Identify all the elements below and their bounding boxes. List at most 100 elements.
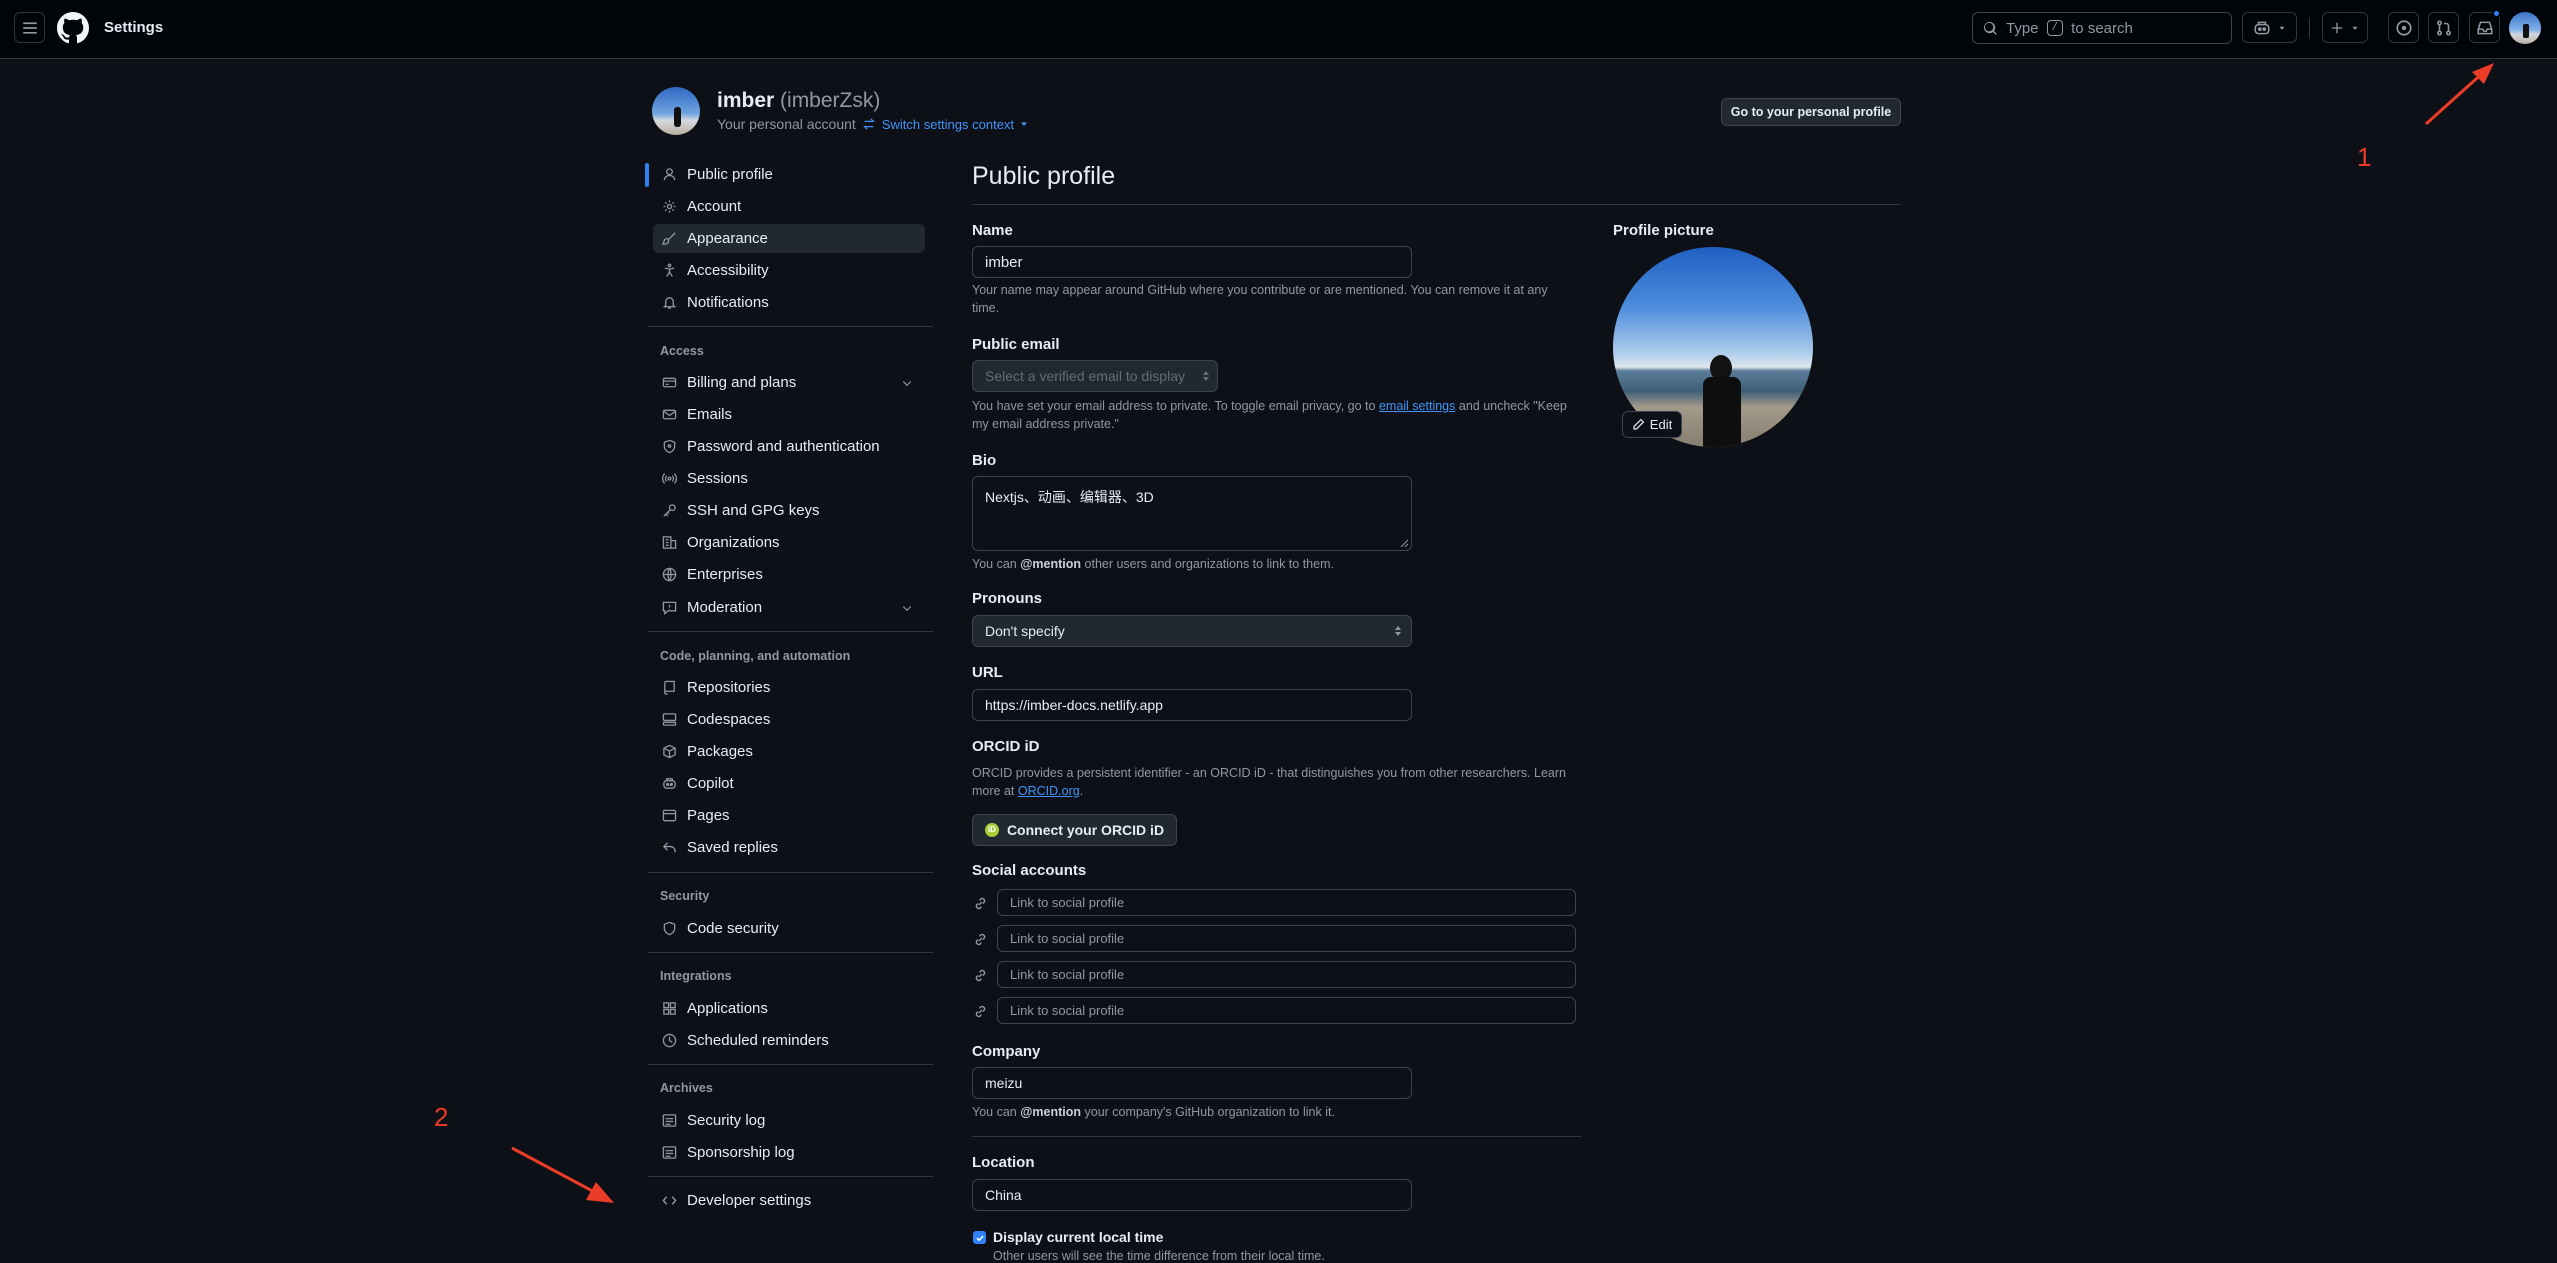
pull-requests-button[interactable] xyxy=(2428,12,2459,43)
browser-icon xyxy=(662,809,677,822)
social-link-field[interactable]: Link to social profile xyxy=(997,889,1576,916)
shield-icon xyxy=(663,921,676,936)
email-note-line2: my email address private." xyxy=(972,417,1119,431)
package-icon xyxy=(663,744,676,759)
location-label: Location xyxy=(972,1154,1035,1171)
sidebar-item-scheduled-reminders[interactable]: Scheduled reminders xyxy=(653,1026,925,1055)
create-new-button[interactable] xyxy=(2322,12,2368,43)
broadcast-icon xyxy=(662,473,677,484)
sidebar-item-appearance[interactable]: Appearance xyxy=(653,224,925,253)
caret-down-icon xyxy=(1021,122,1028,126)
name-note-line2: time. xyxy=(972,301,1000,315)
orcid-note-text: more at xyxy=(972,784,1015,798)
go-to-profile-button[interactable]: Go to your personal profile xyxy=(1721,98,1901,126)
sidebar-item-sessions[interactable]: Sessions xyxy=(653,464,925,493)
repo-icon xyxy=(664,680,675,695)
switch-settings-context-link[interactable]: Switch settings context xyxy=(882,117,1014,132)
name-note: Your name may appear around GitHub where… xyxy=(972,281,1548,317)
email-settings-link[interactable]: email settings xyxy=(1379,399,1455,413)
search-input[interactable]: Type / to search xyxy=(1972,12,2232,44)
sidebar-item-saved-replies[interactable]: Saved replies xyxy=(653,833,925,862)
sidebar-item-label: Developer settings xyxy=(687,1192,812,1209)
company-note: You can @mention your company's GitHub o… xyxy=(972,1103,1335,1121)
bio-note: You can @mention other users and organiz… xyxy=(972,555,1334,573)
bio-textarea[interactable]: Nextjs、动画、编辑器、3D xyxy=(972,476,1412,551)
copilot-button[interactable] xyxy=(2242,12,2297,43)
issues-button[interactable] xyxy=(2388,12,2419,43)
local-time-label[interactable]: Display current local time xyxy=(993,1229,1163,1245)
git-pull-request-icon xyxy=(2436,19,2451,36)
sidebar-item-copilot[interactable]: Copilot xyxy=(653,769,925,798)
sidebar-item-packages[interactable]: Packages xyxy=(653,737,925,766)
pronouns-select[interactable]: Don't specify xyxy=(972,615,1412,647)
company-note-text-b: your company's GitHub organization to li… xyxy=(1084,1105,1335,1119)
local-time-checkbox[interactable] xyxy=(973,1231,986,1244)
sidebar-item-label: Packages xyxy=(687,743,753,760)
sidebar-item-label: Codespaces xyxy=(687,711,771,728)
sidebar-item-label: Sponsorship log xyxy=(687,1144,795,1161)
sidebar-item-public-profile[interactable]: Public profile xyxy=(653,160,925,189)
social-link-field[interactable]: Link to social profile xyxy=(997,961,1576,988)
name-note-line1: Your name may appear around GitHub where… xyxy=(972,283,1548,297)
sidebar-item-accessibility[interactable]: Accessibility xyxy=(653,256,925,285)
sidebar-item-label: Scheduled reminders xyxy=(687,1032,829,1049)
public-email-select[interactable]: Select a verified email to display xyxy=(972,360,1218,392)
sidebar-item-label: Password and authentication xyxy=(687,438,880,455)
sidebar-divider xyxy=(648,631,933,632)
sidebar-item-security-log[interactable]: Security log xyxy=(653,1106,925,1135)
page-title-header[interactable]: Settings xyxy=(104,19,163,36)
sidebar-item-notifications[interactable]: Notifications xyxy=(653,288,925,317)
sidebar-item-label: Saved replies xyxy=(687,839,778,856)
account-avatar[interactable] xyxy=(652,87,700,135)
plus-icon xyxy=(2331,22,2343,33)
menu-button[interactable] xyxy=(14,12,45,43)
sidebar-item-enterprises[interactable]: Enterprises xyxy=(653,560,925,589)
sidebar-item-billing[interactable]: Billing and plans xyxy=(653,368,925,397)
name-field[interactable]: imber xyxy=(972,246,1412,278)
public-email-note: You have set your email address to priva… xyxy=(972,397,1567,433)
user-avatar-header[interactable] xyxy=(2509,12,2541,44)
sidebar-item-moderation[interactable]: Moderation xyxy=(653,593,925,622)
organization-icon xyxy=(662,536,677,549)
sidebar-heading-security: Security xyxy=(660,889,710,903)
account-name-row: imber (imberZsk) xyxy=(717,89,880,113)
url-field[interactable]: https://imber-docs.netlify.app xyxy=(972,689,1412,721)
sidebar-item-ssh-gpg[interactable]: SSH and GPG keys xyxy=(653,496,925,525)
sidebar-item-label: Accessibility xyxy=(687,262,769,279)
section-divider xyxy=(972,1136,1581,1137)
connect-orcid-button[interactable]: iD Connect your ORCID iD xyxy=(972,814,1177,846)
sidebar-item-codespaces[interactable]: Codespaces xyxy=(653,705,925,734)
apps-icon xyxy=(663,1002,676,1015)
sidebar-item-account[interactable]: Account xyxy=(653,192,925,221)
sidebar-item-organizations[interactable]: Organizations xyxy=(653,528,925,557)
sidebar-item-password[interactable]: Password and authentication xyxy=(653,432,925,461)
sidebar-item-label: Code security xyxy=(687,920,779,937)
sidebar-item-emails[interactable]: Emails xyxy=(653,400,925,429)
sidebar-divider xyxy=(648,326,933,327)
paintbrush-icon xyxy=(662,232,676,245)
sidebar-item-sponsorship-log[interactable]: Sponsorship log xyxy=(653,1138,925,1167)
edit-picture-button[interactable]: Edit xyxy=(1622,411,1682,438)
sidebar-item-applications[interactable]: Applications xyxy=(653,994,925,1023)
sidebar-item-code-security[interactable]: Code security xyxy=(653,914,925,943)
bio-note-mention: @mention xyxy=(1020,557,1082,571)
sidebar-item-pages[interactable]: Pages xyxy=(653,801,925,830)
credit-card-icon xyxy=(662,377,677,388)
bio-value: Nextjs、动画、编辑器、3D xyxy=(985,489,1154,505)
log-icon xyxy=(662,1114,677,1127)
email-note-text: You have set your email address to priva… xyxy=(972,399,1376,413)
resize-handle-icon xyxy=(1400,539,1408,547)
sidebar-item-repositories[interactable]: Repositories xyxy=(653,673,925,702)
github-logo[interactable] xyxy=(57,12,89,44)
social-link-field[interactable]: Link to social profile xyxy=(997,997,1576,1024)
sidebar-item-label: Applications xyxy=(687,1000,768,1017)
title-divider xyxy=(972,204,1901,205)
company-field[interactable]: meizu xyxy=(972,1067,1412,1099)
select-arrows-icon xyxy=(1395,626,1401,636)
orcid-link[interactable]: ORCID.org xyxy=(1018,784,1080,798)
bio-note-text-b: other users and organizations to link to… xyxy=(1084,557,1334,571)
location-field[interactable]: China xyxy=(972,1179,1412,1211)
sidebar-item-developer-settings[interactable]: Developer settings xyxy=(653,1186,925,1215)
chevron-down-icon xyxy=(2279,26,2284,30)
social-link-field[interactable]: Link to social profile xyxy=(997,925,1576,952)
